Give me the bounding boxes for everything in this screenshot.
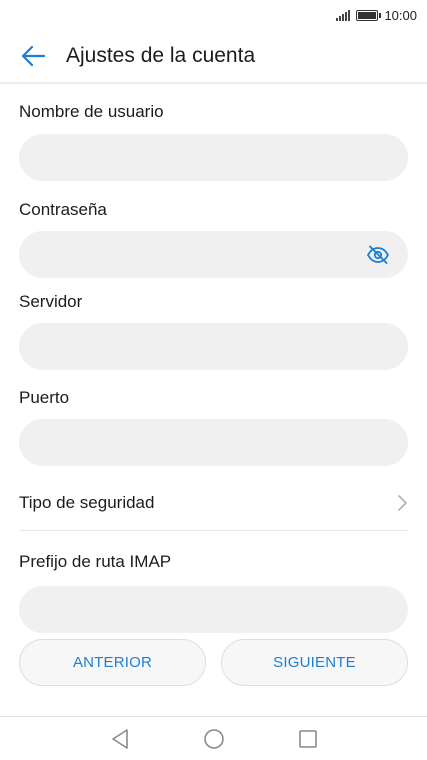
back-arrow-icon: [21, 45, 46, 67]
nav-recents-icon: [298, 729, 317, 748]
username-label: Nombre de usuario: [19, 102, 164, 121]
signal-icon: [336, 9, 351, 21]
imap-prefix-label: Prefijo de ruta IMAP: [19, 552, 172, 571]
nav-back-button[interactable]: [108, 727, 132, 751]
server-field[interactable]: [19, 323, 408, 370]
server-label: Servidor: [19, 292, 83, 311]
port-label: Puerto: [19, 388, 70, 407]
security-type-row[interactable]: Tipo de seguridad: [19, 475, 408, 531]
nav-home-icon: [203, 728, 224, 749]
nav-back-icon: [111, 728, 128, 749]
password-input[interactable]: [37, 245, 390, 264]
security-type-label: Tipo de seguridad: [19, 492, 155, 512]
next-button[interactable]: SIGUIENTE: [221, 639, 408, 686]
account-settings-form: Nombre de usuario Contraseña Servidor Pu…: [19, 84, 408, 633]
previous-button[interactable]: ANTERIOR: [19, 639, 206, 686]
app-bar: Ajustes de la cuenta: [0, 30, 427, 84]
server-input[interactable]: [37, 337, 390, 356]
status-time: 10:00: [384, 7, 417, 23]
imap-prefix-input[interactable]: [37, 600, 390, 619]
chevron-right-icon: [398, 494, 407, 511]
eye-off-icon[interactable]: [366, 243, 390, 267]
navigation-bar: [0, 716, 427, 760]
username-input[interactable]: [37, 148, 390, 167]
back-button[interactable]: [19, 42, 47, 70]
status-bar: 10:00: [0, 0, 427, 30]
port-field[interactable]: [19, 419, 408, 466]
nav-home-button[interactable]: [202, 727, 226, 751]
page-title: Ajustes de la cuenta: [66, 44, 256, 67]
nav-recents-button[interactable]: [296, 727, 320, 751]
password-field[interactable]: [19, 231, 408, 278]
password-label: Contraseña: [19, 200, 107, 219]
battery-icon: [356, 9, 382, 21]
imap-prefix-field[interactable]: [19, 586, 408, 633]
username-field[interactable]: [19, 134, 408, 181]
port-input[interactable]: [37, 433, 390, 452]
form-buttons: ANTERIOR SIGUIENTE: [19, 639, 408, 686]
